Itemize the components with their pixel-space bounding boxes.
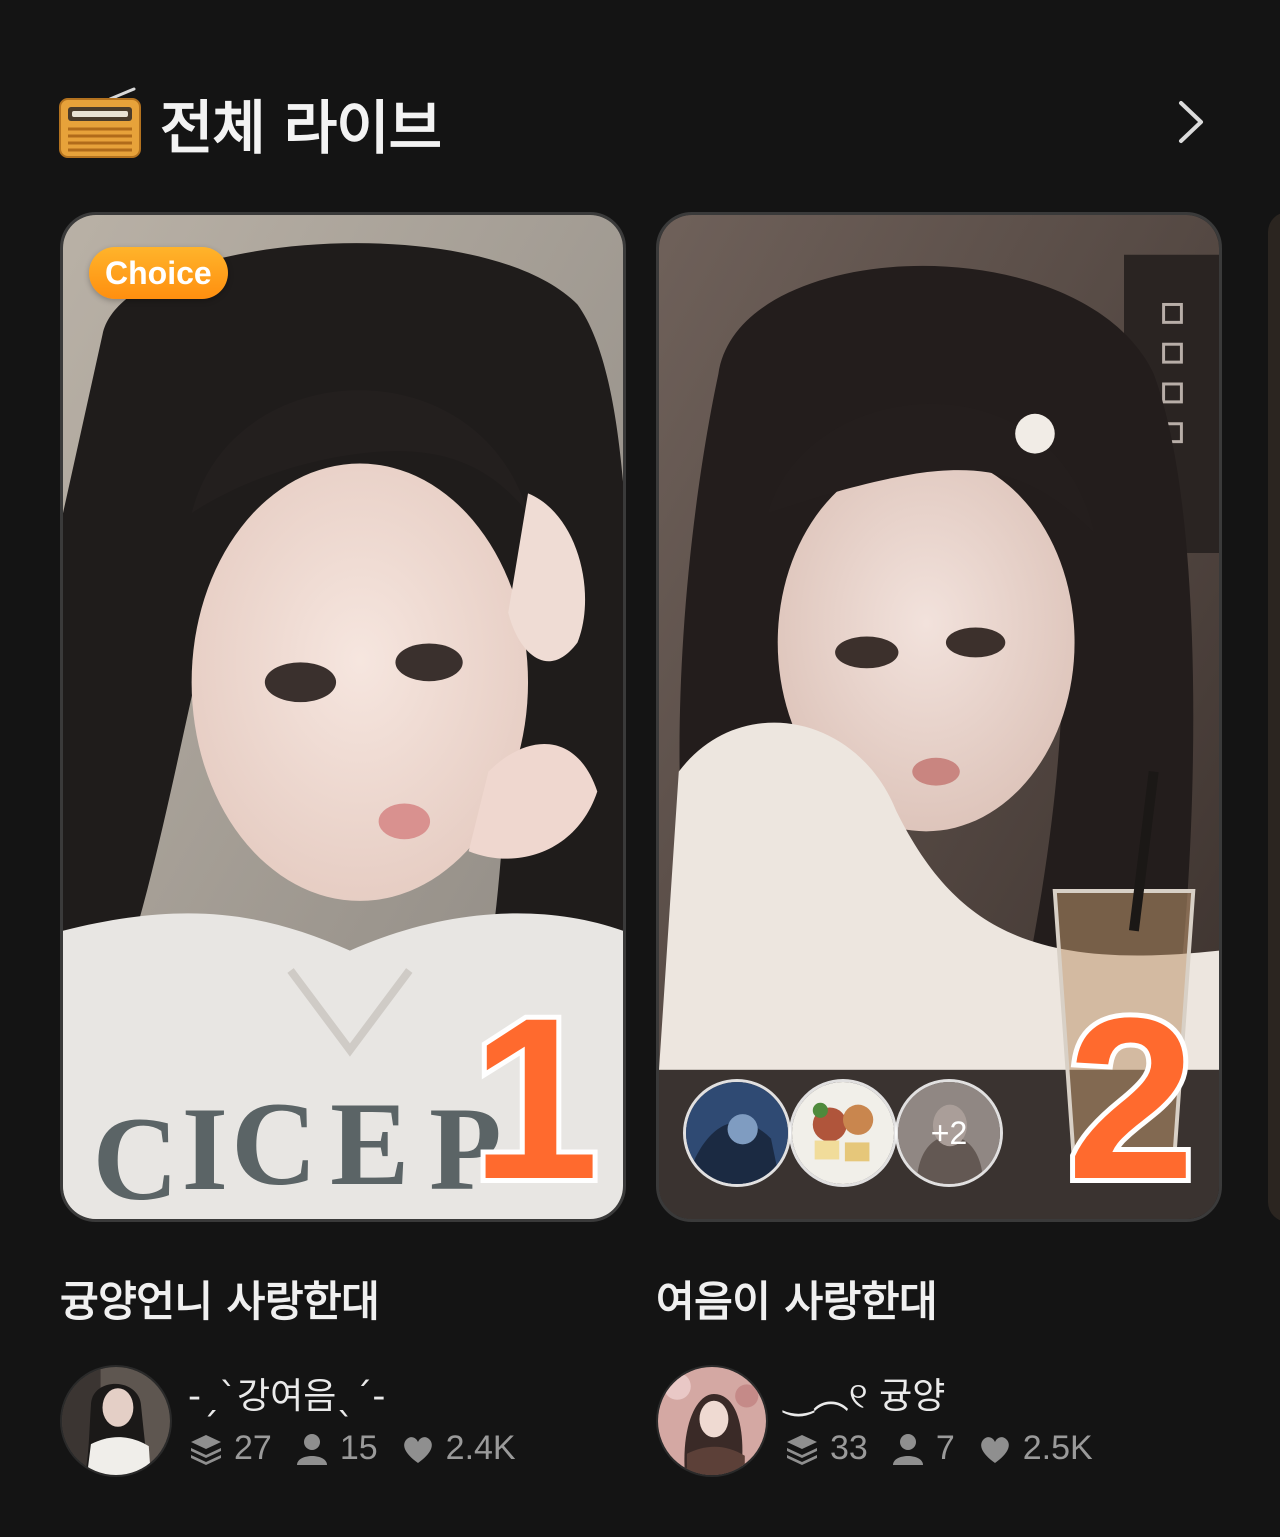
participant-avatar[interactable]: +2 bbox=[895, 1079, 1003, 1187]
layers-count: 33 bbox=[830, 1429, 868, 1467]
live-thumbnail[interactable]: +2 2 bbox=[656, 212, 1222, 1222]
layers-count: 27 bbox=[234, 1429, 272, 1467]
heart-icon bbox=[403, 1436, 432, 1463]
heart-icon bbox=[980, 1436, 1009, 1463]
choice-badge: Choice bbox=[89, 247, 228, 299]
svg-text:C: C bbox=[93, 1093, 179, 1219]
likes-count: 2.5K bbox=[1022, 1429, 1093, 1467]
svg-text:I: I bbox=[182, 1083, 228, 1215]
listeners-count: 15 bbox=[339, 1429, 378, 1467]
layers-icon bbox=[787, 1434, 817, 1465]
next-card-peek[interactable] bbox=[1268, 212, 1280, 1222]
layers-stat: 33 bbox=[784, 1429, 868, 1468]
section-header: 전체 라이브 bbox=[58, 78, 1220, 168]
radio-icon bbox=[59, 87, 141, 158]
more-participants-count: +2 bbox=[898, 1082, 1000, 1184]
listeners-stat: 15 bbox=[294, 1429, 378, 1468]
see-all-button[interactable] bbox=[1160, 92, 1220, 152]
live-card[interactable]: +2 2 여음이 사랑한대 ‿︵୧ 귱양 33 7 2.5K bbox=[656, 212, 1222, 1485]
page-title: 전체 라이브 bbox=[160, 94, 442, 162]
user-icon bbox=[296, 1433, 327, 1465]
host-info: -ˏˋ강여음ˎˊ- 27 15 2.4K bbox=[60, 1365, 626, 1485]
participant-avatars: +2 bbox=[683, 1079, 1013, 1191]
likes-stat: 2.5K bbox=[977, 1429, 1093, 1468]
likes-count: 2.4K bbox=[445, 1429, 516, 1467]
live-section: 전체 라이브 C I C E P Choice 1 귱양언니 사랑한대 -ˏˋ강… bbox=[0, 0, 1280, 1537]
live-title[interactable]: 여음이 사랑한대 bbox=[656, 1268, 1222, 1329]
layers-icon bbox=[191, 1434, 221, 1465]
participant-avatar[interactable] bbox=[789, 1079, 897, 1187]
host-info: ‿︵୧ 귱양 33 7 2.5K bbox=[656, 1365, 1222, 1485]
live-title[interactable]: 귱양언니 사랑한대 bbox=[60, 1268, 626, 1329]
host-name[interactable]: ‿︵୧ 귱양 bbox=[784, 1367, 945, 1419]
user-icon bbox=[892, 1433, 923, 1465]
live-stats: 27 15 2.4K bbox=[188, 1429, 516, 1468]
live-card[interactable]: CICEP Choice 1 귱양언니 사랑한대 -ˏˋ강여음ˎˊ- 27 15… bbox=[60, 212, 626, 1485]
chevron-right-icon bbox=[1179, 101, 1203, 143]
svg-text:E: E bbox=[330, 1078, 409, 1210]
listeners-count: 7 bbox=[935, 1429, 955, 1467]
rank-number: 1 bbox=[466, 970, 604, 1222]
live-thumbnail[interactable]: CICEP Choice 1 bbox=[60, 212, 626, 1222]
host-name[interactable]: -ˏˋ강여음ˎˊ- bbox=[188, 1367, 385, 1419]
layers-stat: 27 bbox=[188, 1429, 272, 1468]
avatar[interactable] bbox=[60, 1365, 172, 1477]
listeners-stat: 7 bbox=[890, 1429, 955, 1468]
rank-number: 2 bbox=[1062, 970, 1200, 1222]
likes-stat: 2.4K bbox=[400, 1429, 516, 1468]
svg-text:C: C bbox=[231, 1078, 317, 1210]
avatar[interactable] bbox=[656, 1365, 768, 1477]
live-stats: 33 7 2.5K bbox=[784, 1429, 1093, 1468]
participant-avatar[interactable] bbox=[683, 1079, 791, 1187]
